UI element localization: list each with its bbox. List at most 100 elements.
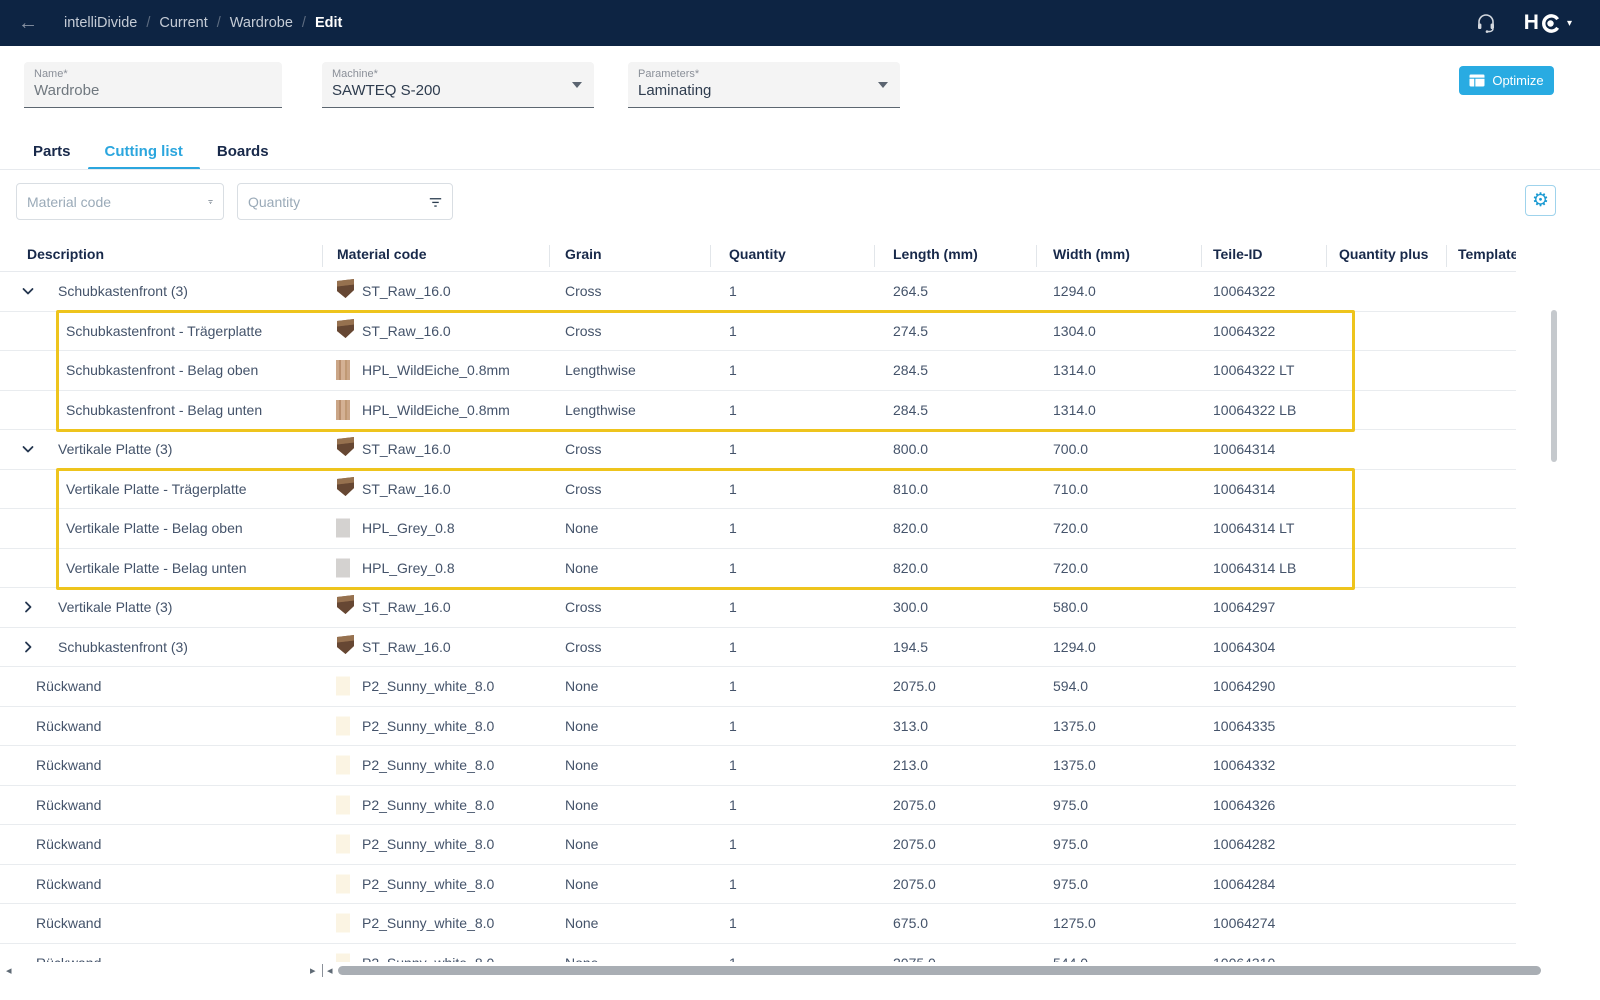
cell-teile-id: 10064314 <box>1213 441 1275 457</box>
material-swatch-cream <box>336 756 350 775</box>
table-row[interactable]: RückwandP2_Sunny_white_8.0None12075.0544… <box>0 944 1516 963</box>
cell-quantity: 1 <box>729 876 737 892</box>
table-row[interactable]: Vertikale Platte - Belag obenHPL_Grey_0.… <box>0 509 1516 549</box>
table-row[interactable]: Schubkastenfront - Belag obenHPL_WildEic… <box>0 351 1516 391</box>
table-row[interactable]: Schubkastenfront (3)ST_Raw_16.0Cross1264… <box>0 272 1516 312</box>
column-header-grain[interactable]: Grain <box>565 246 602 262</box>
material-swatch-cream <box>336 914 350 933</box>
material-code-filter[interactable] <box>16 183 224 220</box>
cell-grain: Cross <box>565 639 602 655</box>
table-row[interactable]: RückwandP2_Sunny_white_8.0None12075.0975… <box>0 865 1516 905</box>
account-menu[interactable]: H ▾ <box>1524 11 1572 35</box>
column-header-length-mm-[interactable]: Length (mm) <box>893 246 978 262</box>
column-separator <box>1201 245 1202 267</box>
chevron-down-icon[interactable] <box>878 82 888 88</box>
vertical-scrollbar[interactable] <box>1551 276 1557 960</box>
material-swatch-board <box>336 476 355 502</box>
table-row[interactable]: RückwandP2_Sunny_white_8.0None12075.0975… <box>0 825 1516 865</box>
breadcrumb-job[interactable]: Wardrobe <box>230 15 293 31</box>
quantity-filter[interactable] <box>237 183 453 220</box>
material-swatch-cream <box>336 835 350 854</box>
tab-cutting-list[interactable]: Cutting list <box>88 135 200 170</box>
table-row[interactable]: Schubkastenfront (3)ST_Raw_16.0Cross1194… <box>0 628 1516 668</box>
parameters-select[interactable]: Parameters* Laminating <box>628 62 900 108</box>
name-value[interactable]: Wardrobe <box>34 81 272 101</box>
chevron-down-icon[interactable] <box>572 82 582 88</box>
scroll-right-icon[interactable]: ▸ <box>310 964 316 977</box>
table-row[interactable]: Vertikale Platte - TrägerplatteST_Raw_16… <box>0 470 1516 510</box>
cell-description: Rückwand <box>36 836 101 852</box>
scroll-left-icon[interactable]: ◂ <box>6 964 12 977</box>
tab-parts[interactable]: Parts <box>16 135 88 170</box>
cell-grain: None <box>565 678 598 694</box>
cell-grain: None <box>565 797 598 813</box>
tabbar-divider <box>0 169 1600 170</box>
chevron-down-icon[interactable] <box>20 441 36 457</box>
table-row[interactable]: RückwandP2_Sunny_white_8.0None12075.0975… <box>0 786 1516 826</box>
cell-grain: None <box>565 836 598 852</box>
machine-value[interactable]: SAWTEQ S-200 <box>332 81 584 101</box>
cell-teile-id: 10064304 <box>1213 639 1275 655</box>
table-row[interactable]: Vertikale Platte (3)ST_Raw_16.0Cross1300… <box>0 588 1516 628</box>
column-separator <box>322 245 323 267</box>
breadcrumb-edit: Edit <box>315 15 342 31</box>
table-row[interactable]: Vertikale Platte (3)ST_Raw_16.0Cross1800… <box>0 430 1516 470</box>
column-header-material-code[interactable]: Material code <box>337 246 426 262</box>
machine-select[interactable]: Machine* SAWTEQ S-200 <box>322 62 594 108</box>
column-header-quantity[interactable]: Quantity <box>729 246 786 262</box>
cell-length: 284.5 <box>893 402 928 418</box>
table-row[interactable]: RückwandP2_Sunny_white_8.0None12075.0594… <box>0 667 1516 707</box>
horizontal-scrollbar-thumb[interactable] <box>338 966 1541 975</box>
cell-teile-id: 10064284 <box>1213 876 1275 892</box>
table-row[interactable]: RückwandP2_Sunny_white_8.0None1313.01375… <box>0 707 1516 747</box>
cell-quantity: 1 <box>729 402 737 418</box>
table-row[interactable]: Schubkastenfront - Belag untenHPL_WildEi… <box>0 391 1516 431</box>
material-code-filter-input[interactable] <box>27 194 208 210</box>
scrollbar-divider <box>322 964 323 977</box>
column-header-description[interactable]: Description <box>27 246 104 262</box>
cell-description: Rückwand <box>36 876 101 892</box>
cell-grain: Cross <box>565 481 602 497</box>
table-row[interactable]: Vertikale Platte - Belag untenHPL_Grey_0… <box>0 549 1516 589</box>
cell-length: 264.5 <box>893 283 928 299</box>
filter-icon[interactable] <box>208 195 213 209</box>
table-row[interactable]: Schubkastenfront - TrägerplatteST_Raw_16… <box>0 312 1516 352</box>
filter-icon[interactable] <box>429 195 442 209</box>
tab-boards[interactable]: Boards <box>200 135 286 170</box>
table-rows: Schubkastenfront (3)ST_Raw_16.0Cross1264… <box>0 272 1516 962</box>
breadcrumb-separator: / <box>217 15 221 31</box>
headset-support-icon[interactable] <box>1474 11 1498 35</box>
quantity-filter-input[interactable] <box>248 194 429 210</box>
chevron-down-icon[interactable] <box>20 283 36 299</box>
table-row[interactable]: RückwandP2_Sunny_white_8.0None1675.01275… <box>0 904 1516 944</box>
chevron-right-icon[interactable] <box>20 639 36 655</box>
app-window: ← intelliDivide / Current / Wardrobe / E… <box>0 0 1600 1000</box>
column-header-teile-id[interactable]: Teile-ID <box>1213 246 1263 262</box>
back-arrow-icon[interactable]: ← <box>18 0 38 46</box>
table-row[interactable]: RückwandP2_Sunny_white_8.0None1213.01375… <box>0 746 1516 786</box>
breadcrumb-app[interactable]: intelliDivide <box>64 15 137 31</box>
material-swatch-cream <box>336 677 350 696</box>
cell-material-code: HPL_Grey_0.8 <box>362 520 455 536</box>
cell-material-code: P2_Sunny_white_8.0 <box>362 955 494 962</box>
material-swatch-gray <box>336 519 350 538</box>
column-header-width-mm-[interactable]: Width (mm) <box>1053 246 1130 262</box>
cell-length: 284.5 <box>893 362 928 378</box>
cell-width: 1314.0 <box>1053 402 1096 418</box>
breadcrumb-current[interactable]: Current <box>159 15 207 31</box>
column-header-template[interactable]: Template <box>1458 246 1516 262</box>
column-header-quantity-plus[interactable]: Quantity plus <box>1339 246 1428 262</box>
cell-teile-id: 10064332 <box>1213 757 1275 773</box>
name-field[interactable]: Name* Wardrobe <box>24 62 282 108</box>
horizontal-scrollbar[interactable]: ◂ ▸ ◂ <box>0 963 1600 979</box>
scroll-left-icon[interactable]: ◂ <box>327 964 333 977</box>
cell-width: 720.0 <box>1053 520 1088 536</box>
chevron-right-icon[interactable] <box>20 599 36 615</box>
column-settings-button[interactable]: ⚙ <box>1525 185 1556 216</box>
vertical-scrollbar-thumb[interactable] <box>1551 310 1557 462</box>
cell-quantity: 1 <box>729 323 737 339</box>
optimize-button[interactable]: Optimize <box>1459 66 1554 95</box>
cell-description: Rückwand <box>36 797 101 813</box>
parameters-value[interactable]: Laminating <box>638 81 890 101</box>
cell-material-code: ST_Raw_16.0 <box>362 481 451 497</box>
